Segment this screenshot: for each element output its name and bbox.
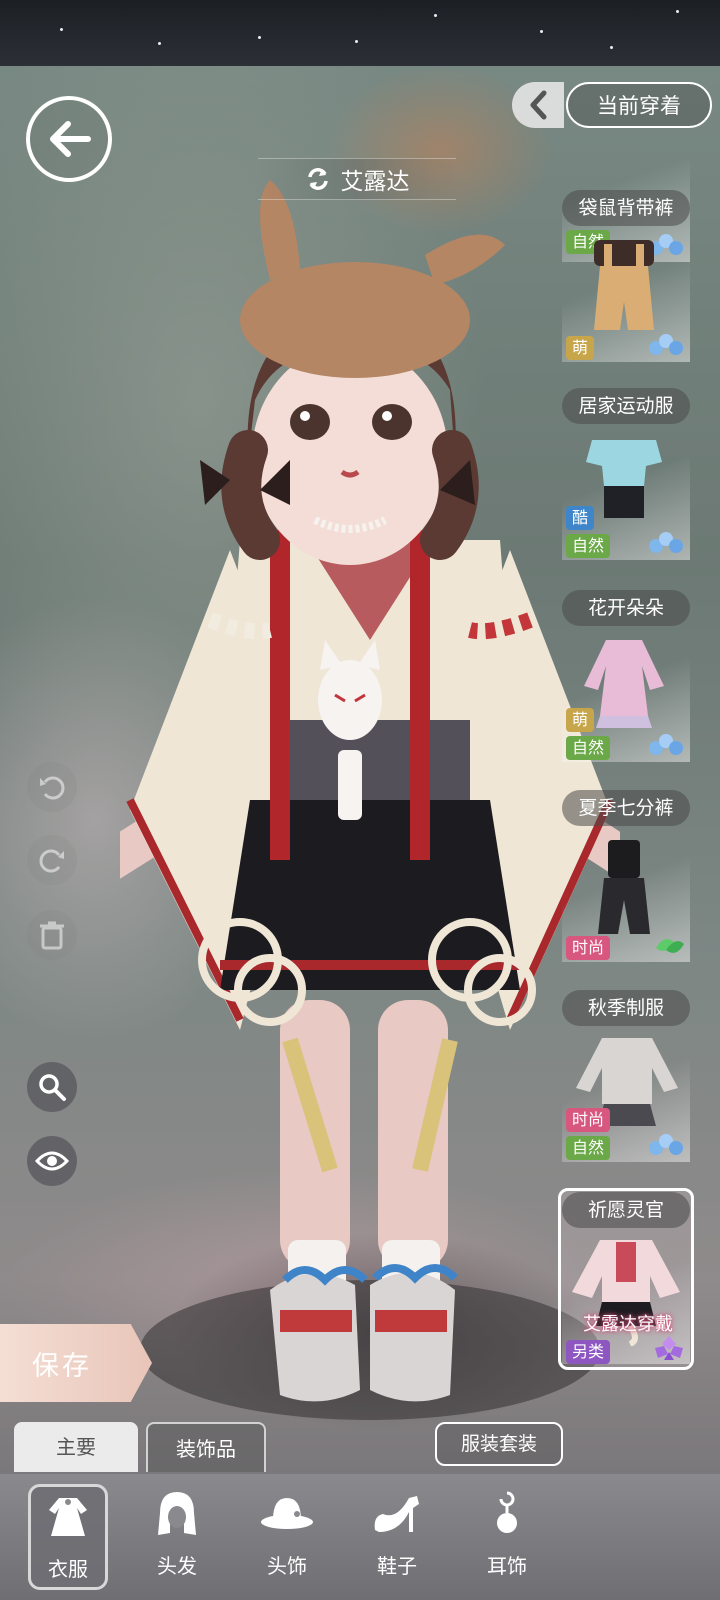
- style-tag: 时尚: [566, 1108, 611, 1132]
- outfit-card-body: 酷 自然: [562, 430, 690, 560]
- character-name: 艾露达: [340, 169, 410, 195]
- outfit-name: 夏季七分裤: [562, 790, 690, 826]
- blue-gem-icon: [649, 334, 683, 355]
- nav-label: 耳饰: [487, 1554, 527, 1578]
- earring-icon: [477, 1484, 537, 1544]
- style-tag: 自然: [566, 1136, 611, 1160]
- back-button[interactable]: [26, 96, 112, 182]
- outfit-name: 袋鼠背带裤: [562, 190, 690, 226]
- outfit-card-body: 时尚: [562, 832, 690, 962]
- outfit-set-button[interactable]: 服装套装: [435, 1422, 563, 1466]
- nav-label: 头饰: [267, 1554, 307, 1578]
- style-tag: 酷: [566, 506, 595, 530]
- zoom-button[interactable]: [27, 1062, 77, 1112]
- bottom-nav: 衣服 头发 头饰 鞋子 耳饰: [0, 1474, 720, 1600]
- nav-clothes[interactable]: 衣服: [28, 1484, 108, 1590]
- outfit-card-body: 萌 自然: [562, 632, 690, 762]
- eye-icon: [35, 1151, 69, 1171]
- blue-gem-icon: [649, 1134, 683, 1155]
- overalls-thumbnail: [594, 240, 654, 330]
- trash-icon: [40, 921, 64, 950]
- collapse-panel-button[interactable]: [512, 82, 564, 128]
- top-status-area: [0, 0, 720, 66]
- style-tag: 自然: [566, 736, 611, 760]
- style-tag: 自然: [566, 534, 611, 558]
- style-tag: 时尚: [566, 936, 611, 960]
- visibility-button[interactable]: [27, 1136, 77, 1186]
- blue-gem-icon: [649, 532, 683, 553]
- purple-gem-icon: [655, 1336, 683, 1360]
- save-button[interactable]: 保存: [0, 1324, 152, 1402]
- tracksuit-thumbnail: [586, 440, 662, 518]
- style-tag: 萌: [566, 336, 595, 360]
- delete-button[interactable]: [27, 910, 77, 960]
- wear-hint: 艾露达穿戴: [583, 1314, 673, 1335]
- outfit-list[interactable]: 自然 袋鼠背带裤 萌 居家运动服 酷 自然: [558, 130, 720, 1370]
- outfit-name: 祈愿灵官: [562, 1192, 690, 1228]
- outfit-name: 居家运动服: [562, 388, 690, 424]
- search-icon: [39, 1074, 66, 1101]
- blue-gem-icon: [649, 734, 683, 755]
- nav-shoes[interactable]: 鞋子: [357, 1484, 437, 1590]
- nav-label: 鞋子: [377, 1554, 417, 1578]
- chevron-left-icon: [530, 90, 547, 120]
- outfit-card-body: 艾露达穿戴 另类: [562, 1234, 690, 1364]
- character-name-switcher[interactable]: 艾露达: [258, 158, 456, 200]
- shorts-thumbnail: [598, 840, 650, 934]
- outfit-card-body: 萌: [562, 232, 690, 362]
- undo-button[interactable]: [27, 762, 77, 812]
- style-tag: 另类: [566, 1340, 611, 1364]
- outfit-card-body: 时尚 自然: [562, 1032, 690, 1162]
- nav-headwear[interactable]: 头饰: [247, 1484, 327, 1590]
- character-model[interactable]: [120, 160, 620, 1440]
- outfit-name: 花开朵朵: [562, 590, 690, 626]
- nav-label: 头发: [157, 1554, 197, 1578]
- hair-icon: [147, 1484, 207, 1544]
- high-heel-icon: [367, 1484, 427, 1544]
- nav-earrings[interactable]: 耳饰: [467, 1484, 547, 1590]
- hat-icon: [257, 1484, 317, 1544]
- redo-button[interactable]: [27, 835, 77, 885]
- tab-main[interactable]: 主要: [14, 1422, 138, 1472]
- switch-icon: [307, 168, 328, 190]
- redo-icon: [39, 849, 64, 873]
- green-gem-icon: [656, 939, 684, 953]
- nav-label: 衣服: [48, 1557, 88, 1581]
- tab-accessories[interactable]: 装饰品: [146, 1422, 266, 1472]
- arrow-left-icon: [50, 121, 91, 157]
- style-tag: 萌: [566, 708, 595, 732]
- undo-icon: [40, 776, 65, 800]
- dress-icon: [38, 1487, 98, 1547]
- outfit-name: 秋季制服: [562, 990, 690, 1026]
- nav-hair[interactable]: 头发: [137, 1484, 217, 1590]
- current-wear-button[interactable]: 当前穿着: [566, 82, 712, 128]
